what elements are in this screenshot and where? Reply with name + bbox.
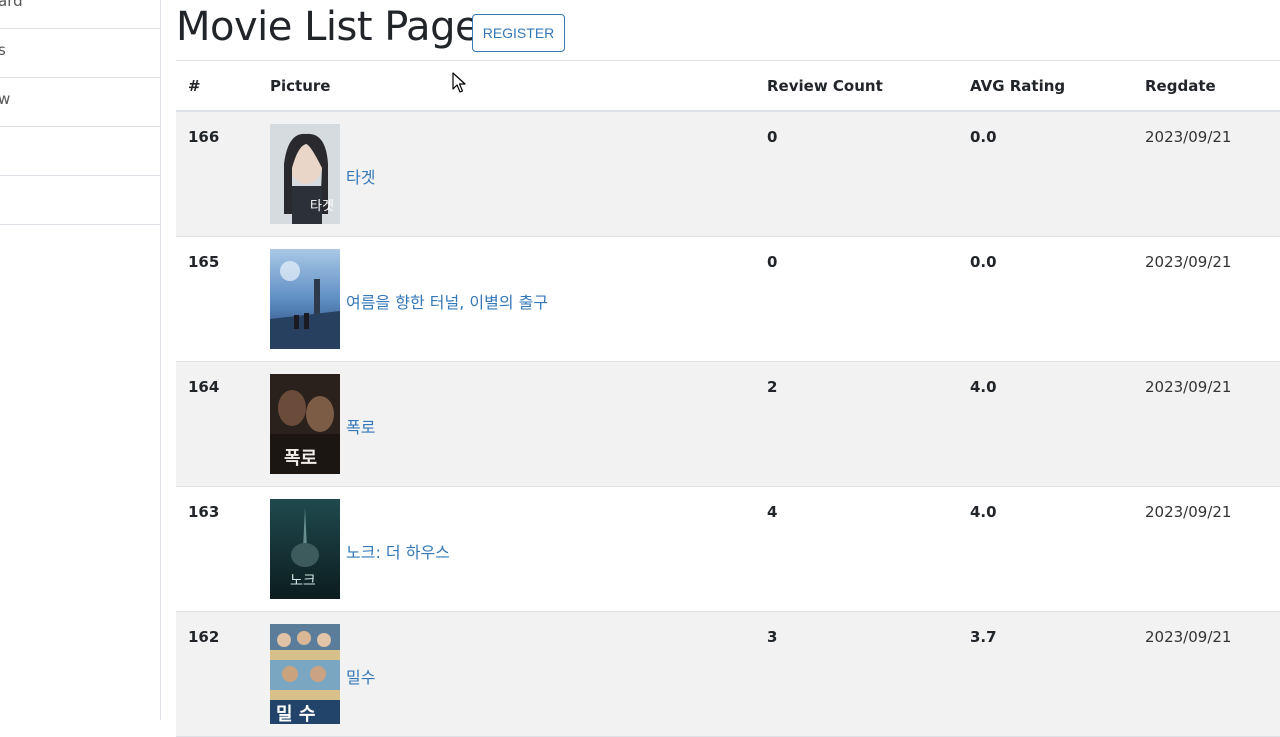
regdate: 2023/09/21 <box>1145 378 1232 396</box>
table-row: 165 여름을 향한 터널, 이별의 출구 0 0.0 2023/09/21 <box>176 237 1280 362</box>
regdate: 2023/09/21 <box>1145 503 1232 521</box>
movie-title-link[interactable]: 밀수 <box>346 664 375 688</box>
movie-poster[interactable]: 밀 수 <box>270 624 340 724</box>
table-row: 166 타겟 타겟 0 0.0 2023/09/21 <box>176 112 1280 237</box>
column-header-review-count: Review Count <box>767 77 883 95</box>
table-row: 163 노크 노크: 더 하우스 4 4.0 2023/09/21 <box>176 487 1280 612</box>
movie-table: # Picture Review Count AVG Rating Regdat… <box>176 60 1280 737</box>
review-count: 0 <box>767 128 778 146</box>
sidebar-item-5[interactable] <box>0 176 160 225</box>
page-title: Movie List Page <box>176 4 480 50</box>
column-header-number: # <box>188 77 201 95</box>
movie-id: 166 <box>188 128 220 146</box>
mouse-cursor-icon <box>452 72 466 98</box>
movie-title-link[interactable]: 타겟 <box>346 164 375 188</box>
table-row: 162 밀 수 밀수 3 3.7 2023/09/21 <box>176 612 1280 737</box>
movie-title-link[interactable]: 노크: 더 하우스 <box>346 539 450 563</box>
regdate: 2023/09/21 <box>1145 128 1232 146</box>
sidebar-item-label: ard <box>0 0 23 10</box>
svg-text:밀 수: 밀 수 <box>276 704 315 724</box>
movie-poster[interactable] <box>270 249 340 349</box>
sidebar-item-3[interactable]: w <box>0 78 160 127</box>
column-header-regdate: Regdate <box>1145 77 1216 95</box>
table-row: 164 폭로 폭로 2 4.0 2023/09/21 <box>176 362 1280 487</box>
regdate: 2023/09/21 <box>1145 628 1232 646</box>
movie-id: 162 <box>188 628 220 646</box>
avg-rating: 4.0 <box>970 503 997 521</box>
sidebar-item-4[interactable] <box>0 127 160 176</box>
avg-rating: 4.0 <box>970 378 997 396</box>
movie-poster[interactable]: 노크 <box>270 499 340 599</box>
movie-id: 163 <box>188 503 220 521</box>
sidebar-item-2[interactable]: s <box>0 29 160 78</box>
avg-rating: 0.0 <box>970 128 997 146</box>
regdate: 2023/09/21 <box>1145 253 1232 271</box>
table-header: # Picture Review Count AVG Rating Regdat… <box>176 60 1280 112</box>
movie-id: 164 <box>188 378 220 396</box>
movie-poster[interactable]: 폭로 <box>270 374 340 474</box>
svg-text:타겟: 타겟 <box>310 199 334 214</box>
column-header-avg-rating: AVG Rating <box>970 77 1066 95</box>
sidebar-item-label: w <box>0 90 11 108</box>
movie-title-link[interactable]: 폭로 <box>346 414 375 438</box>
svg-text:노크: 노크 <box>290 573 316 589</box>
movie-id: 165 <box>188 253 220 271</box>
review-count: 2 <box>767 378 778 396</box>
svg-text:폭로: 폭로 <box>284 448 317 469</box>
register-button[interactable]: REGISTER <box>472 14 565 52</box>
avg-rating: 3.7 <box>970 628 997 646</box>
column-header-picture: Picture <box>270 77 331 95</box>
review-count: 0 <box>767 253 778 271</box>
review-count: 3 <box>767 628 778 646</box>
avg-rating: 0.0 <box>970 253 997 271</box>
sidebar: ard s w <box>0 0 161 720</box>
movie-title-link[interactable]: 여름을 향한 터널, 이별의 출구 <box>346 289 548 313</box>
review-count: 4 <box>767 503 778 521</box>
movie-poster[interactable]: 타겟 <box>270 124 340 224</box>
sidebar-item-label: s <box>0 41 6 59</box>
sidebar-item-board[interactable]: ard <box>0 0 160 29</box>
